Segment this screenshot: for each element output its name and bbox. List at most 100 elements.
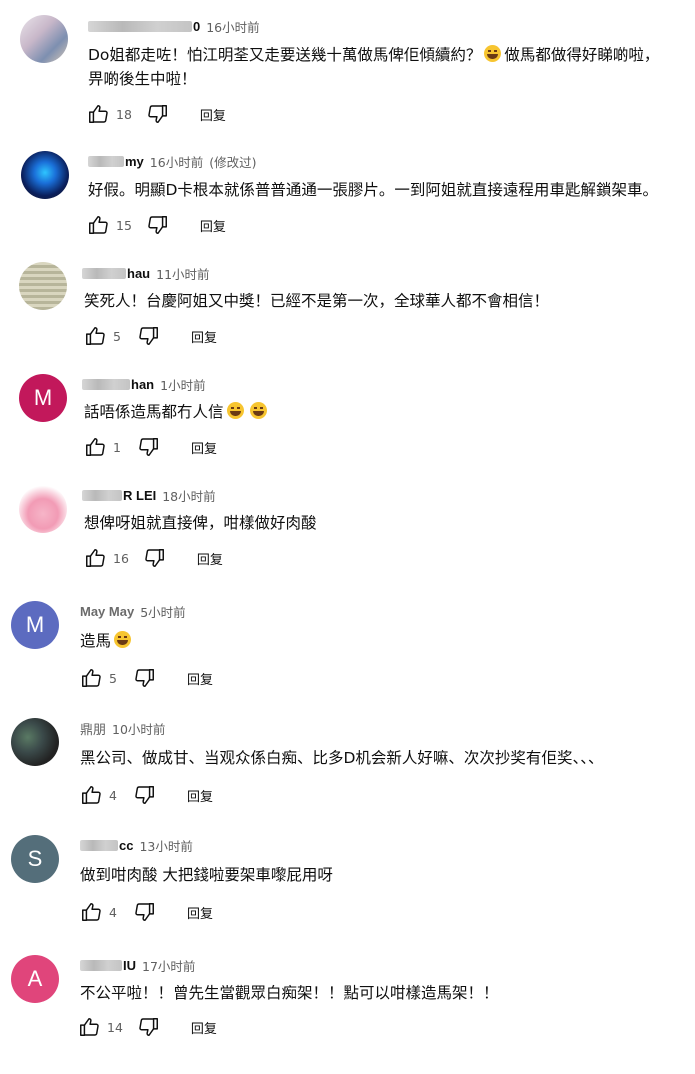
thumb-down-icon[interactable] [146,213,170,237]
blurred-author [80,959,122,971]
avatar-letter: S [27,846,43,871]
like-count: 18 [116,106,132,122]
reply-button[interactable]: 回复 [187,786,213,805]
author-name[interactable]: May May [80,604,134,619]
comment-text-line: 笑死人！台慶阿姐又中獎！已經不是第一次，全球華人都不會相信！ [84,292,550,310]
thumb-down-icon[interactable] [137,324,161,348]
comment-text: 想俾呀姐就直接俾，咁樣做好肉酸 [84,511,317,535]
thumb-up-icon[interactable] [86,102,110,126]
avatar-letter: M [33,385,53,410]
author-name[interactable]: IU [123,958,136,973]
thumb-up-icon[interactable] [86,213,110,237]
author-name[interactable]: 0 [193,19,200,34]
reply-button[interactable]: 回复 [191,438,217,457]
like-count: 5 [109,670,117,686]
blurred-author [82,267,126,279]
comment-text: 不公平啦！！曾先生當觀眾白痴架！！點可以咁樣造馬架！！ [80,981,499,1005]
comment-time[interactable]: 10小时前 [112,719,165,738]
thumb-down-icon[interactable] [133,900,157,924]
comment-text: 做到咁肉酸 大把錢啦要架車嚟屁用呀 [80,863,333,887]
reply-button[interactable]: 回复 [200,105,226,124]
avatar-letter: M [25,612,45,637]
comment-text-line: 做到咁肉酸 大把錢啦要架車嚟屁用呀 [80,866,333,884]
blurred-author [80,839,118,851]
comment-text-line: 畀啲後生中啦！ [88,70,197,88]
thumb-up-icon[interactable] [79,666,103,690]
author-name[interactable]: hau [127,266,150,281]
reply-button[interactable]: 回复 [187,903,213,922]
thumb-down-icon[interactable] [146,102,170,126]
blurred-author [88,20,192,32]
comment-time[interactable]: 5小时前 [140,602,185,621]
blurred-author [88,155,124,167]
avatar[interactable]: S [11,835,59,883]
comment-text-line: 好假。明顯D卡根本就係普普通通一張膠片。一到阿姐就直接遠程用車匙解鎖架車。 [88,181,658,199]
comment-text-line: 做馬都做得好睇啲啦， [504,46,660,64]
comment-text-line: Do姐都走咗！怕江明荃又走要送幾十萬做馬俾佢傾續約？ [88,46,482,64]
comment-text: 好假。明顯D卡根本就係普普通通一張膠片。一到阿姐就直接遠程用車匙解鎖架車。 [88,178,658,202]
comment-time[interactable]: 16小时前 [206,17,259,36]
thumb-down-icon[interactable] [143,546,167,570]
thumb-up-icon[interactable] [83,435,107,459]
like-count: 1 [113,439,121,455]
avatar[interactable] [21,151,69,199]
comment-time[interactable]: 13小时前 [139,836,192,855]
comment-text: 畀啲後生中啦！ [88,67,197,91]
comment-text: 造馬 [80,629,134,653]
thumb-down-icon[interactable] [133,783,157,807]
avatar[interactable] [19,485,67,533]
comment-text: 話唔係造馬都冇人信 [84,400,270,424]
comment-text: 笑死人！台慶阿姐又中獎！已經不是第一次，全球華人都不會相信！ [84,289,549,313]
reply-button[interactable]: 回复 [187,669,213,688]
blurred-author [82,489,122,501]
comment-text-line: 想俾呀姐就直接俾，咁樣做好肉酸 [84,514,317,532]
comment-time[interactable]: 18小时前 [162,486,215,505]
rolling-laughing-emoji-icon [484,45,502,62]
comment-time[interactable]: 17小时前 [142,956,195,975]
thumb-down-icon[interactable] [137,1015,161,1039]
reply-button[interactable]: 回复 [197,549,223,568]
comment-text-line: 黑公司、做成甘、当观众係白痴、比多D机会新人好嘛、次次抄奖有佢奖、、、 [80,749,604,767]
thumb-up-icon[interactable] [83,546,107,570]
avatar[interactable]: M [19,374,67,422]
comment-text: 黑公司、做成甘、当观众係白痴、比多D机会新人好嘛、次次抄奖有佢奖、、、 [80,746,603,770]
comment-time[interactable]: 11小时前 [156,264,209,283]
author-name[interactable]: cc [119,838,133,853]
comment-text: Do姐都走咗！怕江明荃又走要送幾十萬做馬俾佢傾續約？ 做馬都做得好睇啲啦， [88,43,659,67]
joy-emoji-icon [226,402,244,419]
thumb-up-icon[interactable] [83,324,107,348]
like-count: 5 [113,328,121,344]
author-name[interactable]: R LEI [123,488,156,503]
reply-button[interactable]: 回复 [200,216,226,235]
thumb-up-icon[interactable] [77,1015,101,1039]
author-name[interactable]: 鼎朋 [80,719,106,738]
author-name[interactable]: han [131,377,154,392]
reply-button[interactable]: 回复 [191,327,217,346]
like-count: 15 [116,217,132,233]
thumb-down-icon[interactable] [133,666,157,690]
avatar[interactable]: A [11,955,59,1003]
avatar-letter: A [27,966,43,991]
thumb-down-icon[interactable] [137,435,161,459]
comment-time[interactable]: 1小时前 [160,375,205,394]
avatar[interactable]: M [11,601,59,649]
comment-text-line: 話唔係造馬都冇人信 [84,403,224,421]
like-count: 16 [113,550,129,566]
reply-button[interactable]: 回复 [191,1018,217,1037]
comment-time[interactable]: 16小时前 [150,152,203,171]
like-count: 4 [109,787,117,803]
joy-emoji-icon [249,402,267,419]
edited-label: (修改过) [209,154,257,170]
author-name[interactable]: my [125,154,144,169]
comment-text-line: 不公平啦！！曾先生當觀眾白痴架！！點可以咁樣造馬架！！ [80,984,499,1002]
thumb-up-icon[interactable] [79,900,103,924]
avatar[interactable] [20,15,68,63]
rolling-laughing-emoji-icon [114,631,132,648]
like-count: 14 [107,1019,123,1035]
thumb-up-icon[interactable] [79,783,103,807]
avatar[interactable] [19,262,67,310]
blurred-author [82,378,130,390]
like-count: 4 [109,904,117,920]
avatar[interactable] [11,718,59,766]
comment-text-line: 造馬 [80,632,112,650]
